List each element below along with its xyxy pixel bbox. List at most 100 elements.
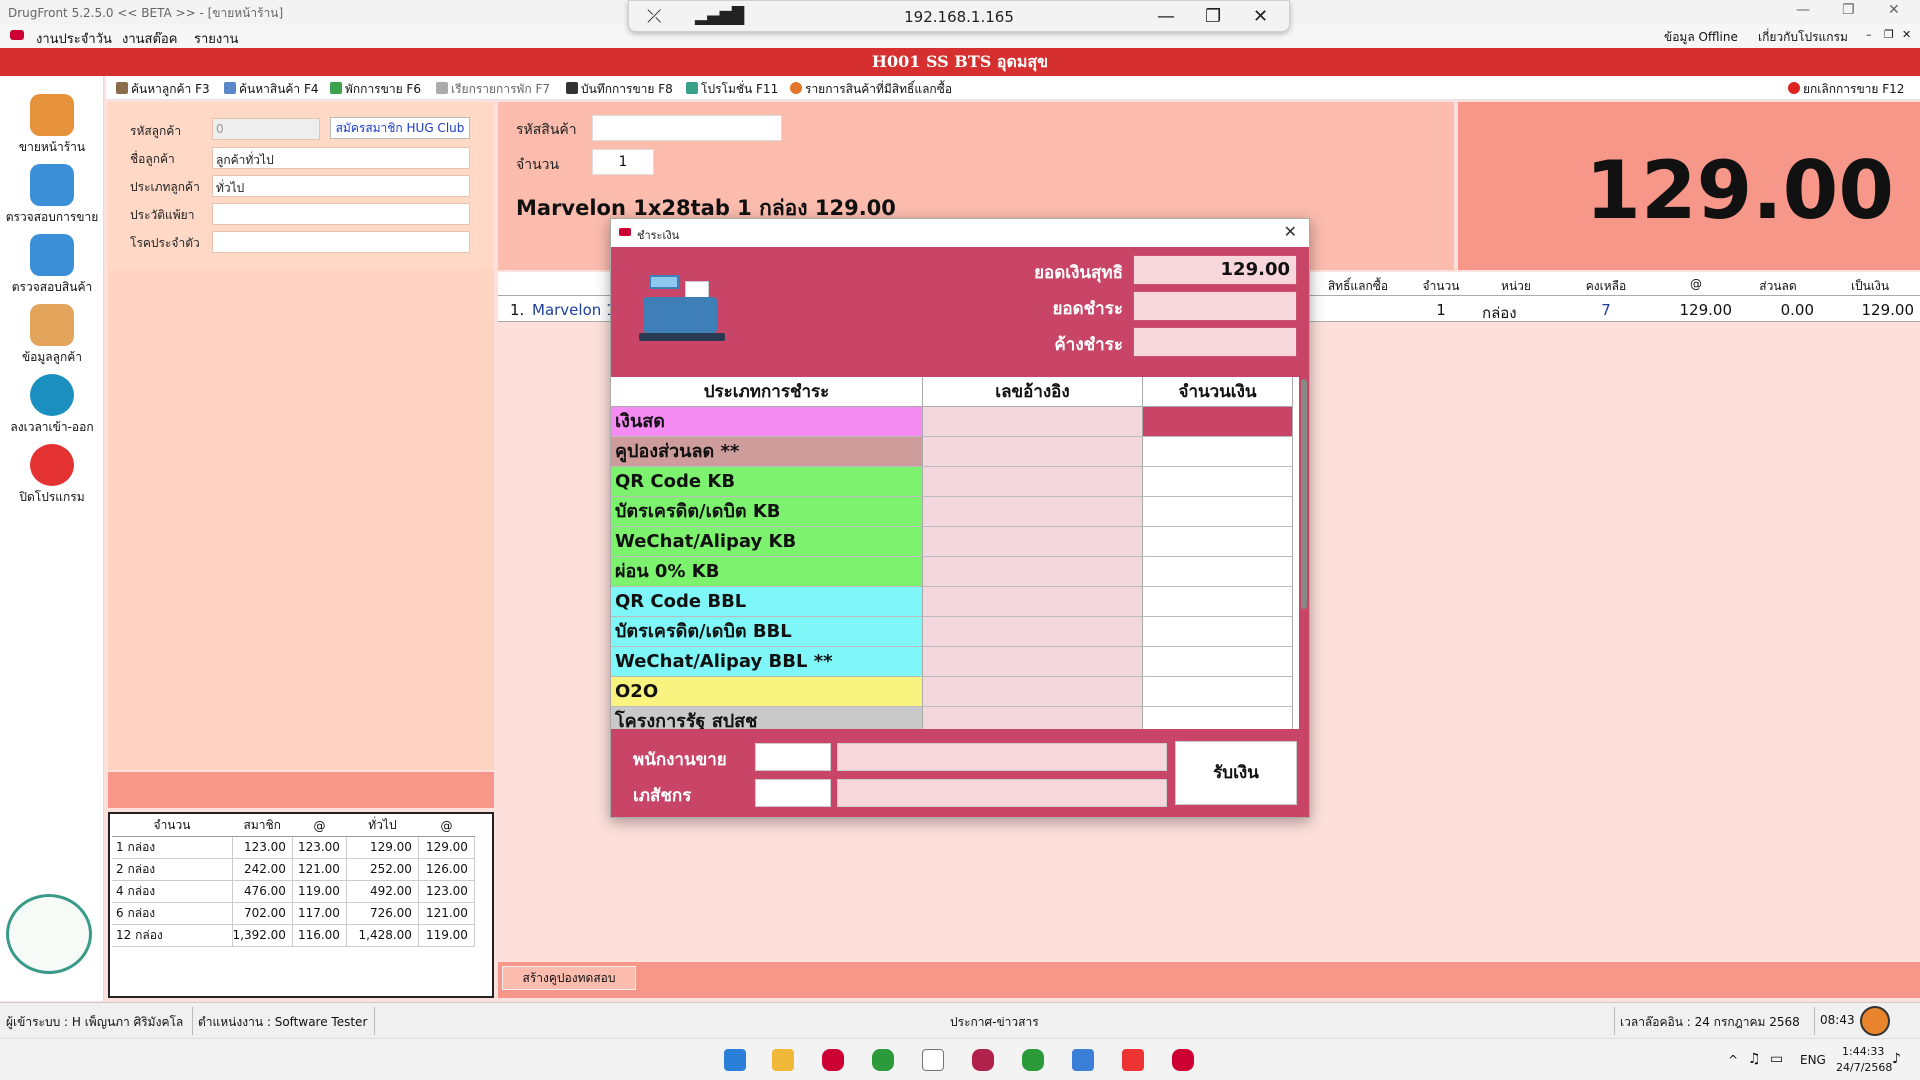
mdi-minimize-icon[interactable]: – [1866, 28, 1872, 41]
search-icon [224, 82, 236, 94]
language-indicator[interactable]: ENG [1800, 1053, 1826, 1067]
notification-bell-icon[interactable]: ♪ [1892, 1051, 1901, 1067]
menu-about[interactable]: เกี่ยวกับโปรแกรม [1758, 28, 1848, 47]
payment-ref-field[interactable] [923, 407, 1143, 437]
save-sale-button[interactable]: บันทึกการขาย F8 [566, 80, 673, 99]
payment-ref-field[interactable] [923, 587, 1143, 617]
payment-amount-field[interactable] [1143, 497, 1293, 527]
payment-ref-field[interactable] [923, 647, 1143, 677]
nav-check-products[interactable]: ตรวจสอบสินค้า [0, 228, 104, 298]
display-icon[interactable]: ▭ [1770, 1051, 1783, 1067]
payment-amount-field[interactable] [1143, 707, 1293, 729]
row-discount: 0.00 [1780, 301, 1814, 319]
list-item[interactable]: ผ่อน 0% KB [611, 557, 1293, 587]
app-icon[interactable] [1022, 1049, 1044, 1071]
tax-icon[interactable] [1860, 1006, 1890, 1036]
menu-report[interactable]: รายงาน [194, 28, 238, 49]
customer-code-field[interactable]: 0 [212, 118, 320, 140]
seller-code-field[interactable] [755, 743, 831, 771]
start-icon[interactable] [724, 1049, 746, 1071]
drugfront-icon[interactable] [1172, 1049, 1194, 1071]
nav-exit[interactable]: ปิดโปรแกรม [0, 438, 104, 508]
monitor-icon[interactable] [1072, 1049, 1094, 1071]
remote-close-icon[interactable]: ✕ [1253, 6, 1268, 27]
nav-customers[interactable]: ข้อมูลลูกค้า [0, 298, 104, 368]
sku-input[interactable] [592, 115, 782, 141]
restore-icon[interactable]: ❐ [1842, 2, 1855, 18]
payment-ref-field[interactable] [923, 527, 1143, 557]
mdi-restore-icon[interactable]: ❐ [1884, 28, 1894, 41]
disease-field[interactable] [212, 231, 470, 253]
search-product-button[interactable]: ค้นหาสินค้า F4 [224, 80, 319, 99]
cancel-sale-button[interactable]: ยกเลิกการขาย F12 [1788, 80, 1904, 99]
payment-ref-field[interactable] [923, 707, 1143, 729]
list-item[interactable]: บัตรเครดิต/เดบิต KB [611, 497, 1293, 527]
table-row: 6 กล่อง 702.00 117.00 726.00 121.00 [112, 902, 475, 925]
menu-daily[interactable]: งานประจำวัน [36, 28, 112, 49]
payment-amount-field[interactable] [1143, 587, 1293, 617]
nav-timeclock[interactable]: ลงเวลาเข้า-ออก [0, 368, 104, 438]
remote-app-icon[interactable] [1122, 1049, 1144, 1071]
grand-total: 129.00 [1585, 144, 1894, 237]
mdi-close-icon[interactable]: ✕ [1902, 28, 1911, 41]
search-customer-button[interactable]: ค้นหาลูกค้า F3 [116, 80, 210, 99]
remote-minimize-icon[interactable]: — [1157, 6, 1175, 27]
payment-amount-field[interactable] [1143, 677, 1293, 707]
price-tier-table: จำนวน สมาชิก @ ทั่วไป @ 1 กล่อง 123.00 123… [112, 816, 475, 947]
list-item[interactable]: O2O [611, 677, 1293, 707]
qty-input[interactable]: 1 [592, 149, 654, 175]
document-icon[interactable] [922, 1049, 944, 1071]
app-icon[interactable] [822, 1049, 844, 1071]
payment-amount-field[interactable] [1143, 437, 1293, 467]
dialog-close-icon[interactable]: ✕ [1284, 222, 1297, 241]
create-test-coupon-button[interactable]: สร้างคูปองทดสอบ [502, 966, 636, 990]
payment-amount-field[interactable] [1143, 557, 1293, 587]
menu-offline[interactable]: ข้อมูล Offline [1664, 28, 1738, 47]
remote-ip: 192.168.1.165 [904, 8, 1014, 26]
status-time: 08:43 [1820, 1013, 1855, 1027]
payment-ref-field[interactable] [923, 437, 1143, 467]
payment-ref-field[interactable] [923, 467, 1143, 497]
allergy-field[interactable] [212, 203, 470, 225]
list-item[interactable]: เงินสด [611, 407, 1293, 437]
payment-amount-field[interactable] [1143, 407, 1293, 437]
customer-type-field[interactable]: ทั่วไป [212, 175, 470, 197]
minimize-icon[interactable]: — [1796, 2, 1810, 18]
list-item[interactable]: WeChat/Alipay BBL ** [611, 647, 1293, 677]
list-item[interactable]: คูปองส่วนลด ** [611, 437, 1293, 467]
nav-sales[interactable]: ขายหน้าร้าน [0, 88, 104, 158]
tray-chevron-icon[interactable]: ^ [1728, 1053, 1738, 1067]
close-icon[interactable]: ✕ [1888, 2, 1900, 18]
list-item[interactable]: WeChat/Alipay KB [611, 527, 1293, 557]
volume-icon[interactable]: ♫ [1748, 1051, 1761, 1067]
payment-amount-field[interactable] [1143, 647, 1293, 677]
customer-name-field[interactable]: ลูกค้าทั่วไป [212, 147, 470, 169]
list-item[interactable]: QR Code BBL [611, 587, 1293, 617]
pharmacist-code-field[interactable] [755, 779, 831, 807]
power-icon [30, 444, 74, 486]
payment-ref-field[interactable] [923, 497, 1143, 527]
redeem-list-button[interactable]: รายการสินค้าที่มีสิทธิ์แลกซื้อ [790, 80, 952, 99]
app-icon[interactable] [972, 1049, 994, 1071]
remote-restore-icon[interactable]: ❐ [1205, 6, 1221, 27]
payment-ref-field[interactable] [923, 557, 1143, 587]
nav-check-sales[interactable]: ตรวจสอบการขาย [0, 158, 104, 228]
app-icon[interactable] [872, 1049, 894, 1071]
recall-held-button[interactable]: เรียกรายการพัก F7 [436, 80, 550, 99]
promotion-button[interactable]: โปรโมชั่น F11 [686, 80, 778, 99]
file-explorer-icon[interactable] [772, 1049, 794, 1071]
payment-ref-field[interactable] [923, 677, 1143, 707]
scrollbar[interactable] [1301, 379, 1307, 609]
list-item[interactable]: QR Code KB [611, 467, 1293, 497]
hug-club-button[interactable]: สมัครสมาชิก HUG Club [330, 117, 470, 139]
hold-sale-button[interactable]: พักการขาย F6 [330, 80, 421, 99]
status-divider [374, 1007, 375, 1035]
menu-stock[interactable]: งานสต๊อค [122, 28, 177, 49]
receive-payment-button[interactable]: รับเงิน [1175, 741, 1297, 805]
list-item[interactable]: โครงการรัฐ สปสช [611, 707, 1293, 729]
list-item[interactable]: บัตรเครดิต/เดบิต BBL [611, 617, 1293, 647]
payment-amount-field[interactable] [1143, 527, 1293, 557]
payment-amount-field[interactable] [1143, 617, 1293, 647]
payment-ref-field[interactable] [923, 617, 1143, 647]
payment-amount-field[interactable] [1143, 467, 1293, 497]
